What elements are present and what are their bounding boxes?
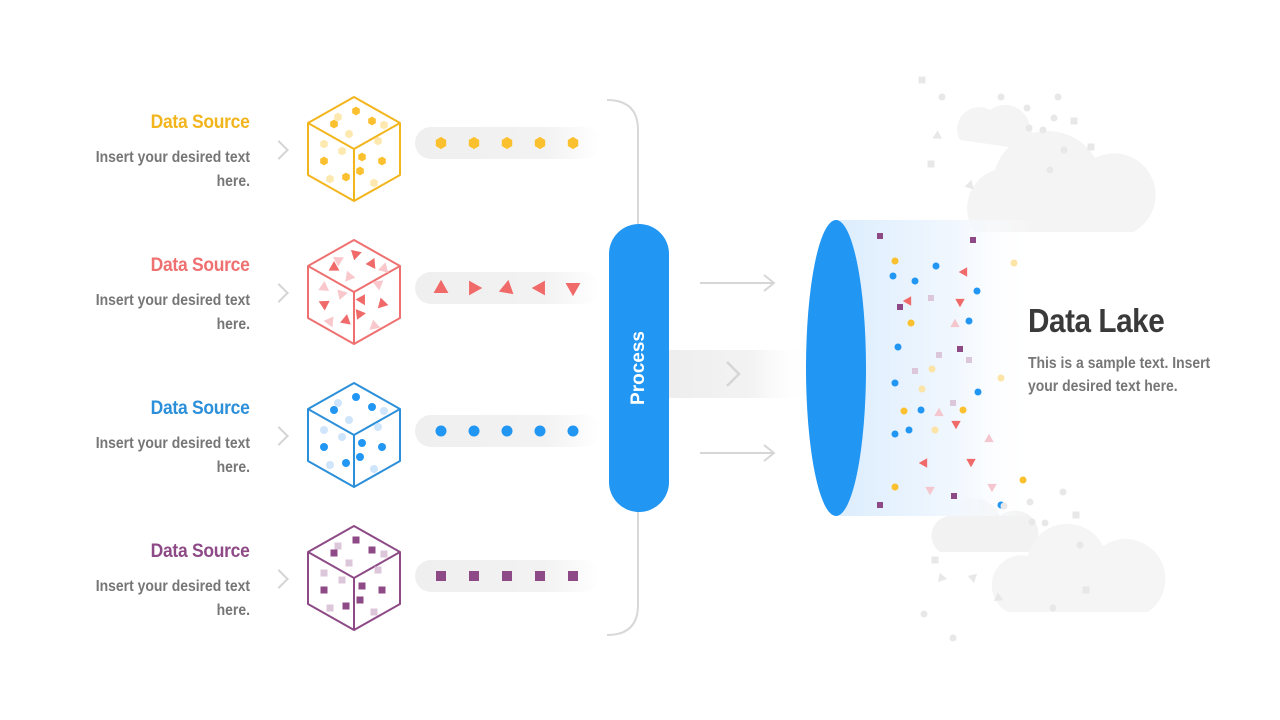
flow-token	[435, 136, 447, 150]
flow-token	[436, 571, 446, 581]
flow-token	[534, 136, 546, 150]
flow-token	[469, 571, 479, 581]
flow-token	[568, 571, 578, 581]
flow-token	[531, 280, 545, 296]
flow-token	[534, 425, 546, 437]
flow-token	[433, 279, 449, 293]
flow-token	[501, 136, 513, 150]
flow-token	[567, 136, 579, 150]
pill-tokens	[433, 136, 581, 581]
flow-token	[567, 425, 579, 437]
flow-token	[468, 136, 480, 150]
flow-token	[502, 571, 512, 581]
flow-token	[565, 283, 581, 297]
flow-token	[535, 571, 545, 581]
flow-token	[469, 280, 483, 296]
flow-token	[435, 425, 447, 437]
flow-token	[501, 425, 513, 437]
flow-token	[498, 279, 514, 295]
flow-token	[468, 425, 480, 437]
